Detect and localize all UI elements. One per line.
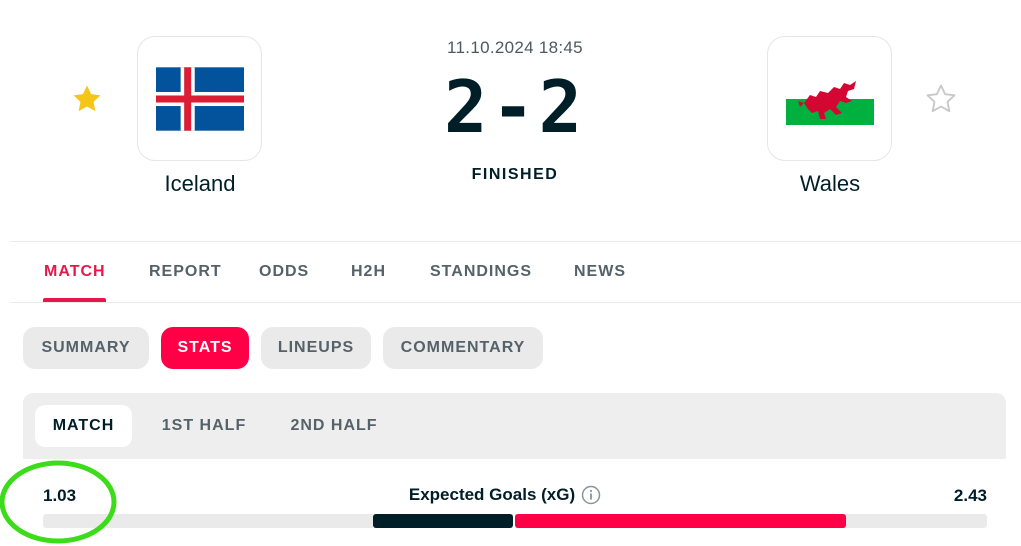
stat-home-value: 1.03 [43,486,77,505]
stat-bar-home-track [43,514,513,528]
period-match[interactable]: MATCH [35,405,132,447]
subtab-commentary[interactable]: COMMENTARY [383,327,543,369]
match-datetime: 11.10.2024 18:45 [447,38,583,57]
favorite-home-star-icon[interactable] [70,82,104,116]
away-team-logo[interactable] [767,36,892,161]
stat-label: Expected Goals (xG) [380,485,630,505]
home-team-logo[interactable] [137,36,262,161]
subtab-summary[interactable]: SUMMARY [23,327,149,369]
match-header: Iceland 11.10.2024 18:45 2-2 FINISHED Wa… [0,0,1021,241]
match-status: FINISHED [471,166,559,183]
tab-news[interactable]: NEWS [574,263,626,281]
period-first-half[interactable]: 1ST HALF [148,405,260,447]
info-icon[interactable] [581,485,601,505]
away-team-name[interactable]: Wales [730,171,930,197]
tabs-divider [10,302,1021,303]
tab-standings[interactable]: STANDINGS [430,263,532,281]
tab-odds[interactable]: ODDS [259,263,309,281]
iceland-flag-icon [155,66,244,131]
tab-report[interactable]: REPORT [149,263,222,281]
tab-h2h[interactable]: H2H [351,263,386,281]
stat-bar-away-track [515,514,987,528]
main-tabs: MATCH REPORT ODDS H2H STANDINGS NEWS [0,242,1021,302]
favorite-away-star-icon[interactable] [924,82,958,116]
wales-flag-icon [785,72,874,125]
subtab-stats[interactable]: STATS [161,327,249,369]
match-score: 2-2 [443,65,587,149]
tab-match[interactable]: MATCH [44,263,106,281]
period-second-half[interactable]: 2ND HALF [276,405,392,447]
subtab-lineups[interactable]: LINEUPS [261,327,371,369]
period-selector: MATCH 1ST HALF 2ND HALF [23,393,1006,459]
stat-label-text: Expected Goals (xG) [408,485,576,504]
stat-bar-away [515,514,847,528]
home-team-name[interactable]: Iceland [100,171,300,197]
stat-away-value: 2.43 [953,486,987,505]
stat-bar-home [373,514,513,528]
